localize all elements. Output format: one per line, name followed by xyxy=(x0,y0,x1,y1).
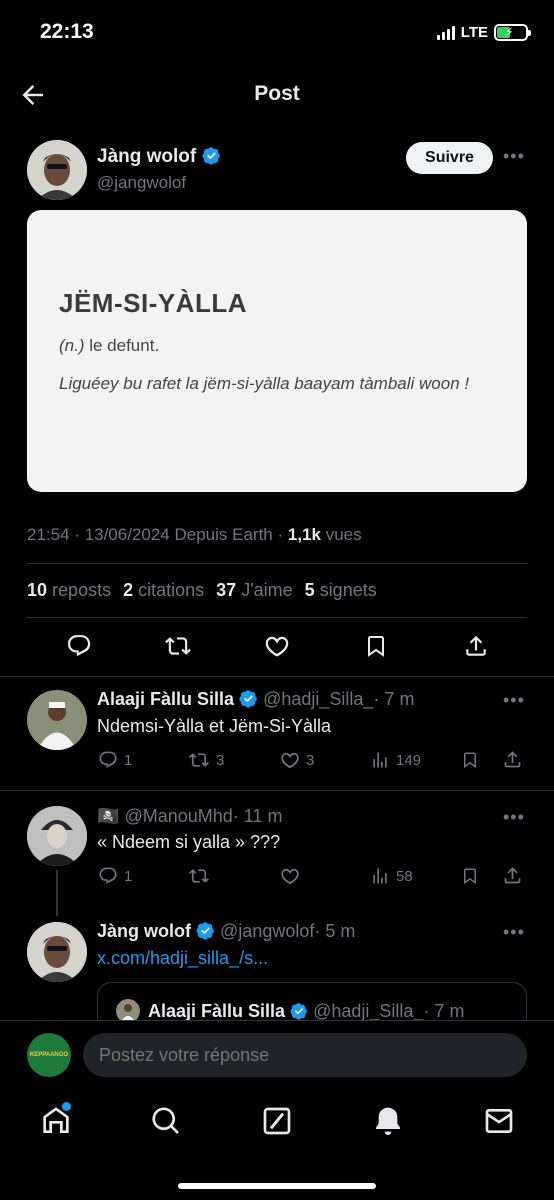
bookmark-icon[interactable] xyxy=(461,866,479,886)
avatar-logo-text: KEPPAANGO xyxy=(29,1052,69,1058)
status-time: 22:13 xyxy=(40,20,94,43)
verified-badge-icon xyxy=(239,689,258,708)
divider xyxy=(0,676,554,677)
notifications-icon[interactable] xyxy=(372,1105,404,1137)
views-count[interactable]: 149 xyxy=(370,750,421,770)
divider xyxy=(27,617,527,618)
bookmarks-stat[interactable]: 5 signets xyxy=(305,580,377,601)
more-options-icon[interactable]: ••• xyxy=(503,690,525,711)
follow-button[interactable]: Suivre xyxy=(406,142,493,174)
author-handle[interactable]: @jangwolof xyxy=(97,173,186,193)
reposts-stat[interactable]: 10 reposts xyxy=(27,580,111,601)
share-icon[interactable] xyxy=(502,749,523,770)
battery-icon: ⚡ xyxy=(494,24,531,41)
reply-avatar[interactable] xyxy=(27,690,87,750)
messages-icon[interactable] xyxy=(483,1105,515,1137)
reply-header[interactable]: Alaaji Fàllu Silla @hadji_Silla_· 7 m xyxy=(97,689,414,710)
more-options-icon[interactable]: ••• xyxy=(503,922,525,943)
repost-icon[interactable] xyxy=(164,633,192,659)
reply-header[interactable]: 🏴‍☠️ @ManouMhd· 11 m xyxy=(97,806,282,827)
more-options-icon[interactable]: ••• xyxy=(503,807,525,828)
divider xyxy=(0,790,554,791)
card-word: JËM-SI-YÀLLA xyxy=(59,288,247,318)
reply-link[interactable]: x.com/hadji_silla_/s... xyxy=(97,948,268,969)
reply-icon[interactable] xyxy=(66,633,92,659)
card-example: Liguéey bu rafet la jëm-si-yàlla baayam … xyxy=(59,374,470,393)
reply-text: « Ndeem si yalla » ??? xyxy=(97,832,281,852)
search-icon[interactable] xyxy=(150,1105,182,1137)
quotes-stat[interactable]: 2 citations xyxy=(123,580,204,601)
author-name[interactable]: Jàng wolof xyxy=(97,146,221,168)
home-indicator xyxy=(178,1183,376,1189)
bookmark-icon[interactable] xyxy=(461,750,479,770)
like-icon[interactable] xyxy=(264,633,290,659)
status-indicators: LTE ⚡ xyxy=(436,24,531,41)
verified-badge-icon xyxy=(196,921,215,940)
card-definition: (n.) le defunt. xyxy=(59,336,160,355)
reply-count[interactable]: 1 xyxy=(98,866,132,886)
likes-stat[interactable]: 37 J'aime xyxy=(216,580,293,601)
verified-badge-icon xyxy=(290,1002,308,1020)
page-title: Post xyxy=(254,82,300,105)
more-options-icon[interactable]: ••• xyxy=(503,146,525,167)
bookmark-icon[interactable] xyxy=(364,633,388,659)
home-icon[interactable] xyxy=(40,1102,72,1137)
grok-icon[interactable] xyxy=(261,1105,293,1137)
author-avatar[interactable] xyxy=(27,140,87,200)
network-label: LTE xyxy=(460,24,488,41)
verified-badge-icon xyxy=(201,146,221,165)
post-image-card[interactable]: JËM-SI-YÀLLA (n.) le defunt. Liguéey bu … xyxy=(27,210,527,492)
reply-avatar[interactable] xyxy=(27,922,87,982)
thread-line xyxy=(56,870,58,916)
repost-count[interactable]: 3 xyxy=(188,750,224,770)
my-avatar[interactable]: KEPPAANGO xyxy=(27,1033,71,1077)
reply-header[interactable]: Jàng wolof @jangwolof· 5 m xyxy=(97,921,355,942)
reply-avatar[interactable] xyxy=(27,806,87,866)
like-count[interactable]: 3 xyxy=(280,750,314,770)
share-icon[interactable] xyxy=(463,633,489,659)
share-icon[interactable] xyxy=(502,865,523,886)
reply-count[interactable]: 1 xyxy=(98,750,132,770)
reply-input[interactable] xyxy=(83,1033,527,1077)
like-count[interactable] xyxy=(280,866,306,886)
repost-count[interactable] xyxy=(188,866,216,886)
post-stats: 10 reposts 2 citations 37 J'aime 5 signe… xyxy=(27,580,377,601)
quoted-header: Alaaji Fàllu Silla @hadji_Silla_· 7 m xyxy=(148,1001,465,1021)
notification-dot xyxy=(62,1102,71,1111)
post-meta: 21:54 · 13/06/2024 Depuis Earth · 1,1k v… xyxy=(27,525,362,544)
divider xyxy=(27,563,527,564)
reply-text: Ndemsi-Yàlla et Jëm-Si-Yàlla xyxy=(97,716,332,736)
views-count[interactable]: 58 xyxy=(370,866,413,886)
signal-icon xyxy=(436,25,455,40)
